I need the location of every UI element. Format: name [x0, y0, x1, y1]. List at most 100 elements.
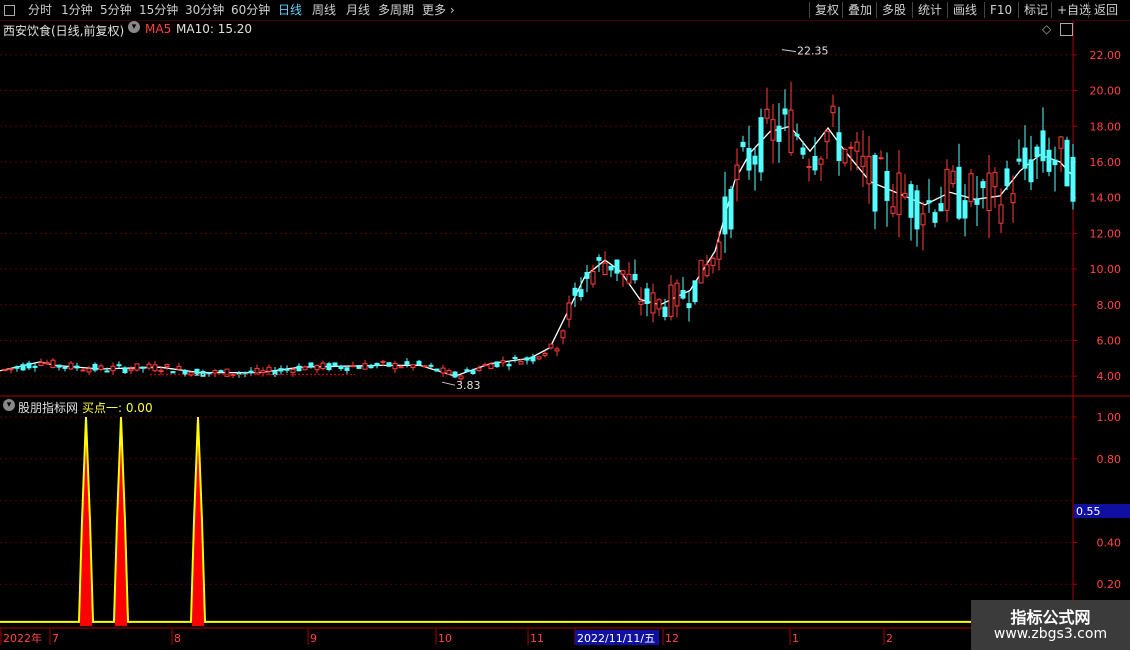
candle-body: [254, 367, 260, 374]
candle-body: [722, 196, 728, 235]
ma5-label[interactable]: MA5: [145, 22, 171, 36]
candle-body: [1052, 159, 1058, 166]
candle-body: [788, 109, 794, 154]
indicator-axis-label: 0.40: [1097, 536, 1122, 549]
candle-body: [542, 353, 548, 356]
candle-body: [50, 359, 56, 368]
candle-body: [476, 367, 482, 372]
candle-body: [632, 273, 638, 281]
low-annotation: 3.83: [456, 379, 481, 392]
candle-body: [536, 356, 542, 360]
candle-body: [1034, 146, 1040, 158]
candle-body: [566, 302, 572, 320]
candle-body: [926, 200, 932, 204]
candle-body: [218, 370, 224, 373]
candle-body: [944, 168, 950, 211]
candle-body: [20, 364, 26, 371]
candle-body: [578, 289, 584, 297]
candle-body: [590, 270, 596, 285]
candle-body: [806, 165, 812, 169]
ma5-line: [0, 125, 1074, 377]
candle-body: [686, 303, 692, 309]
time-axis-label: 8: [174, 632, 181, 645]
candle-body: [158, 369, 164, 372]
candle-body: [464, 369, 470, 373]
candle-body: [776, 125, 782, 142]
candle-body: [1004, 168, 1010, 187]
watermark-line2: www.zbgs3.com: [993, 626, 1108, 642]
candle-body: [728, 189, 734, 230]
candle-body: [134, 363, 140, 371]
time-axis-label: 2022/11/11/五: [577, 632, 655, 645]
watermark-line1: 指标公式网: [1010, 608, 1091, 627]
candle-body: [872, 154, 878, 212]
candle-body: [1010, 193, 1016, 204]
indicator-axis-label: 0.80: [1097, 453, 1122, 466]
indicator-name[interactable]: 股朋指标网: [18, 399, 78, 416]
candle-body: [290, 369, 296, 373]
candle-body: [704, 264, 710, 277]
dropdown-icon[interactable]: ▾: [128, 21, 140, 33]
candle-body: [350, 365, 356, 368]
candle-body: [878, 157, 884, 160]
candle-body: [68, 362, 74, 370]
candle-body: [896, 172, 902, 216]
candle-body: [284, 368, 290, 371]
candle-body: [26, 362, 32, 369]
high-arrow: [781, 49, 797, 53]
settings-diamond-icon[interactable]: ◇: [1042, 22, 1051, 36]
time-axis-label: 11: [530, 632, 544, 645]
candle-body: [176, 366, 182, 370]
candle-body: [842, 148, 848, 164]
candle-body: [62, 366, 68, 369]
candle-body: [482, 364, 488, 367]
candle-body: [974, 198, 980, 205]
candle-body: [782, 108, 788, 115]
candle-body: [386, 362, 392, 367]
candle-body: [998, 204, 1004, 224]
candle-body: [848, 146, 854, 149]
candle-body: [692, 280, 698, 303]
candle-body: [524, 357, 530, 361]
candle-body: [368, 364, 374, 369]
candle-body: [452, 371, 458, 378]
stock-title[interactable]: 西安饮食(日线,前复权): [3, 22, 124, 39]
candle-body: [242, 371, 248, 374]
candle-body: [494, 361, 500, 368]
candle-body: [674, 282, 680, 307]
ma10-label[interactable]: MA10: 15.20: [176, 22, 252, 36]
panel-toggle-icon[interactable]: [1060, 23, 1073, 36]
candle-body: [404, 361, 410, 365]
candle-body: [500, 360, 506, 364]
watermark-logo: 指标公式网 www.zbgs3.com: [971, 600, 1130, 650]
candle-body: [614, 259, 620, 274]
price-axis-label: 4.00: [1097, 370, 1122, 383]
time-axis-label: 10: [438, 632, 452, 645]
candle-body: [92, 363, 98, 371]
candle-body: [80, 369, 86, 372]
candle-body: [320, 362, 326, 369]
candle-body: [344, 367, 350, 371]
candle-body: [182, 369, 188, 375]
candle-body: [770, 119, 776, 141]
candle-body: [938, 203, 944, 212]
candle-body: [1070, 156, 1076, 202]
candle-body: [1016, 158, 1022, 162]
indicator-dropdown-icon[interactable]: ▾: [3, 399, 15, 411]
candle-body: [680, 289, 686, 299]
candle-body: [902, 192, 908, 198]
candle-body: [326, 363, 332, 370]
candle-body: [122, 367, 128, 374]
candle-body: [206, 372, 212, 375]
candle-body: [164, 364, 170, 367]
indicator-axis-label: 1.00: [1097, 411, 1122, 424]
candle-body: [914, 190, 920, 230]
candle-body: [530, 356, 536, 362]
indicator-value-label: 买点一: 0.00: [82, 401, 153, 415]
candle-body: [650, 292, 656, 314]
candle-body: [170, 371, 176, 374]
price-axis-label: 12.00: [1090, 227, 1122, 240]
candle-body: [968, 173, 974, 203]
price-axis-label: 8.00: [1097, 299, 1122, 312]
candle-body: [602, 262, 608, 275]
